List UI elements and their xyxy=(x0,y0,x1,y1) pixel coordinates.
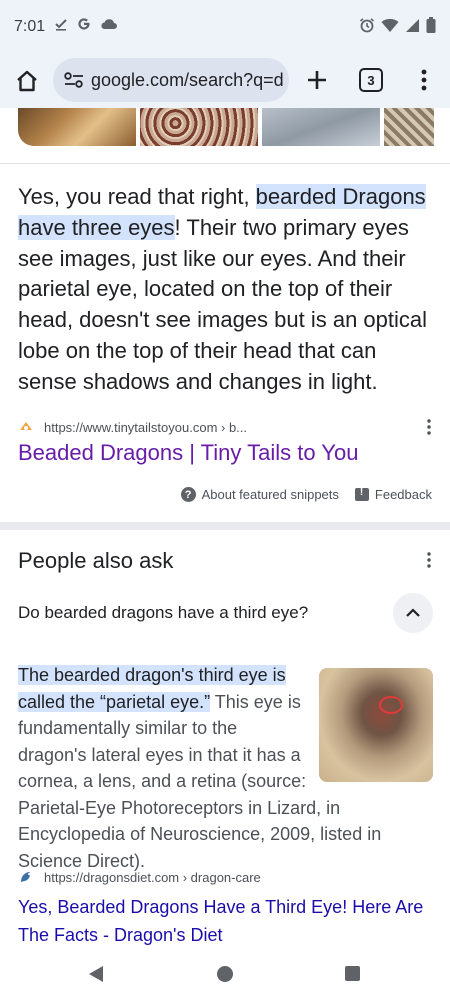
paa-source-url: https://dragonsdiet.com › dragon-care xyxy=(44,869,261,885)
url-text[interactable]: google.com/search?q=d xyxy=(91,70,284,91)
feedback-icon xyxy=(354,487,369,501)
status-notification-icons xyxy=(54,16,118,32)
collapse-question-button[interactable] xyxy=(393,593,433,633)
about-featured-snippets-link[interactable]: About featured snippets xyxy=(202,487,339,502)
people-also-ask-heading: People also ask xyxy=(18,548,174,573)
section-separator xyxy=(0,522,450,530)
wifi-icon xyxy=(381,18,399,32)
status-time: 7:01 xyxy=(14,18,46,35)
download-done-icon xyxy=(55,19,67,31)
browser-menu-button[interactable] xyxy=(412,66,436,94)
paa-answer: The bearded dragon's third eye is called… xyxy=(18,662,436,874)
battery-icon xyxy=(426,17,436,33)
cloud-icon xyxy=(101,19,117,29)
paa-result-link[interactable]: Yes, Bearded Dragons Have a Third Eye! H… xyxy=(18,893,438,949)
tab-count: 3 xyxy=(367,72,375,88)
result-thumbnail[interactable] xyxy=(384,108,434,146)
site-settings-button[interactable] xyxy=(57,58,91,102)
tinytails-favicon-icon xyxy=(20,422,32,430)
result-thumbnail[interactable] xyxy=(18,108,136,146)
home-button[interactable] xyxy=(12,66,42,96)
image-carousel xyxy=(18,108,434,148)
home-icon xyxy=(17,70,37,92)
status-bar: 7:01 xyxy=(0,0,450,56)
snippet-text-pre: Yes, you read that right, xyxy=(18,184,256,209)
more-vert-icon[interactable] xyxy=(426,552,432,568)
plus-icon xyxy=(308,71,326,89)
browser-toolbar: google.com/search?q=d 3 xyxy=(0,56,450,108)
system-navigation-bar xyxy=(0,950,450,1000)
featured-snippet-text: Yes, you read that right, bearded Dragon… xyxy=(18,182,436,398)
back-icon[interactable] xyxy=(88,965,104,983)
bearded-dragon-image[interactable] xyxy=(319,668,433,782)
result-thumbnail[interactable] xyxy=(140,108,258,146)
paa-source[interactable]: https://dragonsdiet.com › dragon-care xyxy=(18,869,261,885)
snippet-text-post: ! Their two primary eyes see images, jus… xyxy=(18,214,428,394)
snippet-source-url: https://www.tinytailstoyou.com › b... xyxy=(44,419,248,435)
snippet-source[interactable]: https://www.tinytailstoyou.com › b... xyxy=(18,417,436,437)
home-nav-icon[interactable] xyxy=(217,966,233,982)
signal-icon xyxy=(406,18,419,32)
tune-icon xyxy=(64,72,83,88)
more-vert-icon xyxy=(421,69,427,91)
more-vert-icon[interactable] xyxy=(426,419,432,435)
paa-question[interactable]: Do bearded dragons have a third eye? xyxy=(18,603,308,623)
google-g-icon xyxy=(78,18,90,30)
divider xyxy=(0,163,450,164)
new-tab-button[interactable] xyxy=(303,66,331,94)
dragonsdiet-favicon-icon xyxy=(21,872,30,882)
chevron-up-icon xyxy=(406,608,420,617)
help-icon: ? xyxy=(180,487,196,502)
recents-icon[interactable] xyxy=(345,966,360,981)
alarm-icon xyxy=(359,18,375,33)
status-system-icons xyxy=(359,17,436,33)
feedback-link[interactable]: Feedback xyxy=(375,487,432,502)
address-bar[interactable]: google.com/search?q=d xyxy=(53,58,289,102)
snippet-result-link[interactable]: Beaded Dragons | Tiny Tails to You xyxy=(18,440,358,466)
snippet-footer: ? About featured snippets Feedback xyxy=(180,487,432,502)
result-thumbnail[interactable] xyxy=(262,108,380,146)
tab-switcher-button[interactable]: 3 xyxy=(359,68,383,92)
